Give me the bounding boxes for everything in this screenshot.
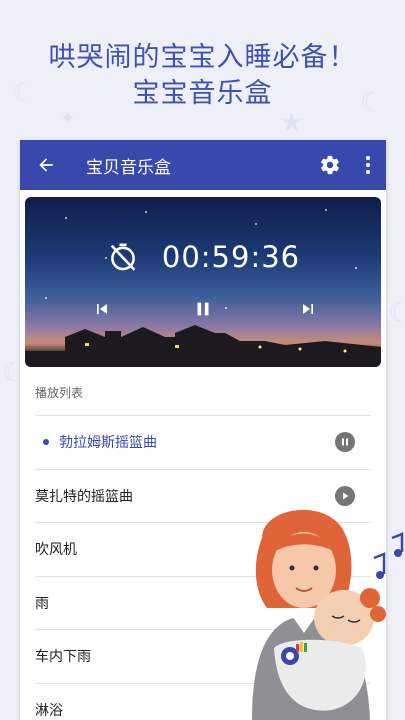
skip-previous-icon [97, 304, 107, 314]
pause-icon [197, 302, 209, 316]
music-note-icon [373, 532, 404, 579]
previous-button[interactable] [87, 294, 117, 324]
timer-off-icon[interactable] [106, 240, 140, 274]
timer-display: 00:59:36 [161, 240, 301, 274]
next-button[interactable] [293, 294, 323, 324]
more-vertical-icon [366, 156, 370, 174]
settings-button[interactable] [310, 140, 350, 190]
arrow-left-icon [39, 158, 53, 172]
app-title: 宝贝音乐盒 [86, 157, 171, 178]
pause-circle-icon[interactable] [335, 432, 355, 453]
gear-icon [321, 155, 339, 175]
star-decoration-icon: ✦ [60, 108, 76, 129]
player-card: 00:59:36 [25, 197, 381, 367]
playback-controls [25, 294, 381, 324]
promo-headline-line2: 宝宝音乐盒 [132, 78, 273, 109]
more-options-button[interactable] [350, 140, 386, 190]
star-decoration-icon: ★ [280, 108, 304, 138]
timer-row: 00:59:36 [25, 237, 381, 277]
promo-headline: 哄哭闹的宝宝入睡必备！ 宝宝音乐盒 [0, 40, 405, 112]
mother-baby-illustration [252, 509, 404, 720]
list-item[interactable]: 勃拉姆斯摇篮曲 [35, 416, 371, 470]
skip-next-icon [303, 304, 313, 314]
promo-headline-line1: 哄哭闹的宝宝入睡必备！ [48, 42, 357, 73]
back-button[interactable] [20, 140, 72, 190]
list-item-title: 勃拉姆斯摇篮曲 [59, 435, 157, 452]
moon-decoration-icon: ☾ [388, 298, 405, 328]
now-playing-indicator [43, 439, 49, 446]
app-bar: 宝贝音乐盒 [20, 140, 386, 190]
pause-button[interactable] [188, 294, 218, 324]
playlist-label: 播放列表 [35, 380, 371, 416]
